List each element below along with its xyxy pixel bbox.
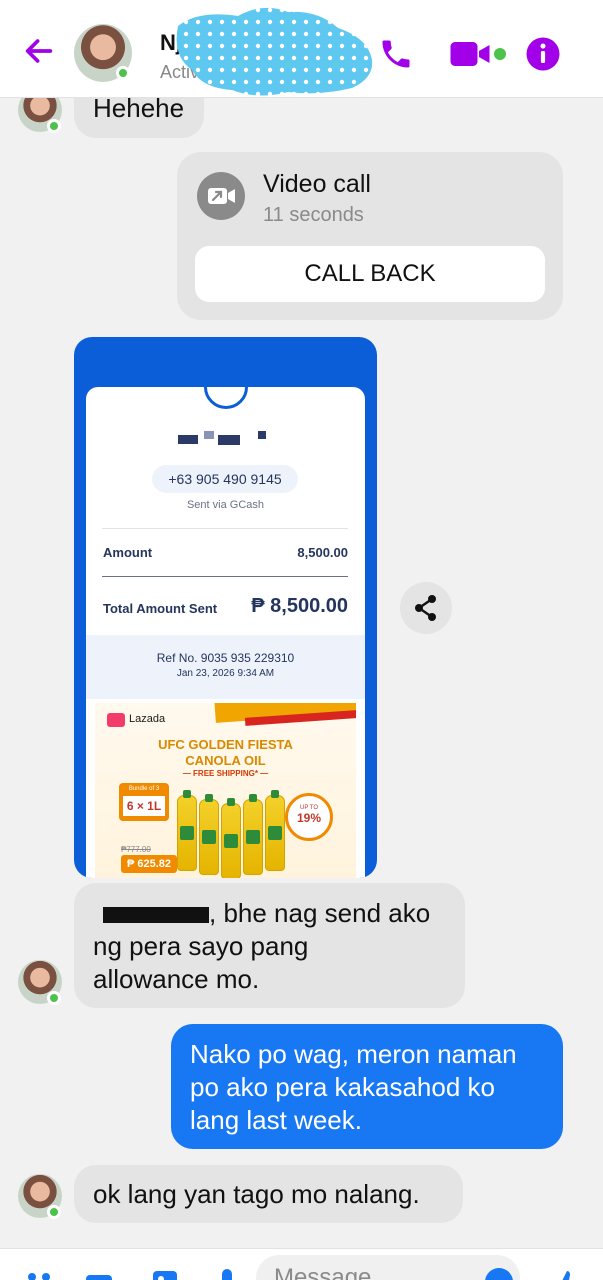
chat-header: Nj Active now (0, 0, 603, 98)
incoming-message[interactable]: ok lang yan tago mo nalang. (74, 1165, 463, 1223)
bundle-size: 6 × 1L (123, 796, 165, 816)
redacted-name-block (258, 431, 266, 439)
total-label: Total Amount Sent (103, 601, 218, 616)
discount-value: 19% (296, 811, 322, 825)
camera-icon[interactable] (84, 1267, 114, 1280)
video-call-icon[interactable] (449, 38, 491, 70)
reference-number: Ref No. 9035 935 229310 (156, 651, 295, 665)
message-line: , bhe nag send ako (93, 897, 447, 930)
oil-bottle-image (221, 798, 241, 878)
amount-label: Amount (103, 545, 153, 560)
message-text: lang last week. (190, 1105, 362, 1135)
video-call-card: Video call 11 seconds CALL BACK (177, 152, 563, 320)
ad-title: UFC GOLDEN FIESTA CANOLA OIL (95, 737, 356, 769)
reference-section: Ref No. 9035 935 229310 Jan 23, 2026 9:3… (86, 635, 365, 699)
emoji-icon[interactable] (484, 1267, 514, 1280)
message-input[interactable]: Message (256, 1255, 520, 1280)
recipient-phone: +63 905 490 9145 (152, 465, 298, 493)
online-indicator (47, 1205, 61, 1219)
call-title: Video call (263, 170, 371, 198)
call-back-button[interactable]: CALL BACK (195, 246, 545, 302)
ad-free-shipping: — FREE SHIPPING* — (182, 769, 269, 778)
lazada-brand: Lazada (129, 713, 166, 725)
oil-bottle-image (177, 790, 197, 871)
call-duration: 11 seconds (263, 204, 364, 226)
ad-bundle-badge: Bundle of 3 6 × 1L (119, 783, 169, 821)
incoming-message[interactable]: , bhe nag send ako ng pera sayo pang all… (74, 883, 465, 1008)
online-indicator (116, 66, 130, 80)
message-text: ok lang yan tago mo nalang. (93, 1179, 420, 1209)
video-online-indicator (494, 48, 506, 60)
redaction-overlay (176, 7, 373, 96)
transaction-date: Jan 23, 2026 9:34 AM (176, 668, 275, 679)
message-text: allowance mo. (93, 964, 260, 994)
redacted-name-block (178, 435, 198, 444)
redacted-name-block (204, 431, 214, 439)
share-icon (415, 595, 436, 621)
total-value: ₱ 8,500.00 (251, 595, 348, 617)
lazada-ad-banner: Lazada UFC GOLDEN FIESTA CANOLA OIL — FR… (95, 703, 356, 878)
lazada-heart-icon (107, 713, 125, 727)
message-text: Nako po wag, meron naman (190, 1039, 517, 1069)
share-button[interactable] (400, 582, 452, 634)
gcash-logo-icon (204, 387, 248, 409)
gallery-icon[interactable] (150, 1267, 180, 1280)
message-text: po ako pera kakasahod ko (190, 1072, 495, 1102)
ad-price: ₱ 625.82 (121, 855, 177, 873)
info-icon[interactable] (525, 36, 561, 72)
divider (102, 528, 348, 529)
message-text: ng pera sayo pang (93, 931, 309, 961)
online-indicator (47, 991, 61, 1005)
gcash-receipt-image[interactable]: +63 905 490 9145 Sent via GCash Amount 8… (74, 337, 377, 878)
message-composer: Message (0, 1248, 603, 1280)
thumbs-up-icon[interactable] (550, 1267, 580, 1280)
ad-old-price: ₱777.00 (121, 845, 151, 854)
ad-title-line1: UFC GOLDEN FIESTA (158, 737, 293, 752)
online-indicator (47, 119, 61, 133)
sent-via-label: Sent via GCash (186, 499, 265, 511)
oil-bottle-image (265, 790, 285, 871)
phone-call-icon[interactable] (378, 36, 414, 72)
bundle-caption: Bundle of 3 (128, 786, 160, 792)
oil-bottle-image (243, 794, 263, 875)
outgoing-message[interactable]: Nako po wag, meron naman po ako pera kak… (171, 1024, 563, 1149)
back-arrow-icon[interactable] (22, 34, 56, 68)
divider (102, 576, 348, 577)
ad-title-line2: CANOLA OIL (185, 753, 266, 768)
redacted-name-block (218, 435, 240, 445)
message-text: , bhe nag send ako (209, 898, 431, 928)
microphone-icon[interactable] (212, 1267, 242, 1280)
video-call-log-icon (197, 172, 245, 220)
receipt-card: +63 905 490 9145 Sent via GCash Amount 8… (86, 387, 365, 878)
redacted-text-block (103, 907, 209, 924)
discount-badge: UP TO 19% (285, 793, 333, 841)
oil-bottle-image (199, 794, 219, 875)
amount-value: 8,500.00 (297, 545, 348, 560)
more-actions-icon[interactable] (24, 1267, 54, 1280)
